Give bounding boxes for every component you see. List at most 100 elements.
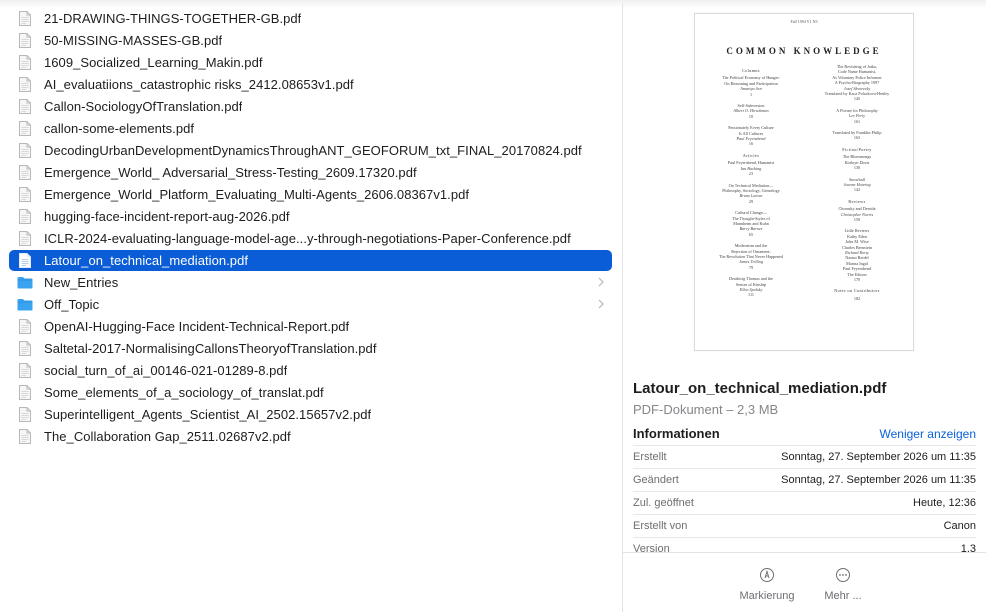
file-name: New_Entries bbox=[44, 275, 119, 290]
file-row[interactable]: The_Collaboration Gap_2511.02687v2.pdf bbox=[9, 426, 612, 447]
info-section-title: Informationen bbox=[633, 426, 720, 441]
pdf-document-icon bbox=[17, 428, 33, 446]
preview-section-heading: Reviews bbox=[848, 198, 866, 204]
file-row[interactable]: Callon-SociologyOfTranslation.pdf bbox=[9, 96, 612, 117]
file-row[interactable]: social_turn_of_ai_00146-021-01289-8.pdf bbox=[9, 360, 612, 381]
preview-entry-page: 163 bbox=[853, 135, 861, 141]
preview-entry-page: 182 bbox=[853, 295, 861, 301]
file-name: Emergence_World_Platform_Evaluating_Mult… bbox=[44, 187, 470, 202]
file-name: Latour_on_technical_mediation.pdf bbox=[44, 253, 249, 268]
folder-row[interactable]: New_Entries bbox=[9, 272, 612, 293]
more-label: Mehr ... bbox=[824, 590, 862, 602]
file-row[interactable]: callon-some-elements.pdf bbox=[9, 118, 612, 139]
file-row[interactable]: AI_evaluatiions_catastrophic risks_2412.… bbox=[9, 74, 612, 95]
preview-section-heading: Columns bbox=[742, 68, 760, 73]
file-row[interactable]: 21-DRAWING-THINGS-TOGETHER-GB.pdf bbox=[9, 8, 612, 29]
pdf-document-icon bbox=[17, 54, 33, 72]
folder-icon bbox=[17, 296, 33, 314]
folder-row[interactable]: Off_Topic bbox=[9, 294, 612, 315]
file-name: ICLR-2024-evaluating-language-model-age.… bbox=[44, 231, 571, 246]
pdf-document-icon bbox=[17, 362, 33, 380]
chevron-right-icon bbox=[596, 297, 606, 311]
file-row[interactable]: Emergence_World_ Adversarial_Stress-Test… bbox=[9, 162, 612, 183]
preview-entry: Translated by Franklin Philip 163 bbox=[807, 130, 907, 141]
pdf-document-icon bbox=[17, 120, 33, 138]
file-name: Some_elements_of_a_sociology_of_translat… bbox=[44, 385, 324, 400]
file-row[interactable]: Emergence_World_Platform_Evaluating_Mult… bbox=[9, 184, 612, 205]
preview-entry-page: 10 bbox=[748, 113, 754, 119]
file-name: DecodingUrbanDevelopmentDynamicsThroughA… bbox=[44, 143, 582, 158]
file-row[interactable]: 1609_Socialized_Learning_Makin.pdf bbox=[9, 52, 612, 73]
preview-section-heading: Notes on Contributors bbox=[834, 288, 880, 294]
preview-section-heading: Fiction/Poetry bbox=[842, 146, 872, 152]
info-pane: Fall 1994 V1 N3 COMMON KNOWLEDGE Columns… bbox=[623, 0, 986, 612]
info-row: Version 1.3 bbox=[633, 537, 976, 560]
file-name: AI_evaluatiions_catastrophic risks_2412.… bbox=[44, 77, 354, 92]
file-row[interactable]: ICLR-2024-evaluating-language-model-age.… bbox=[9, 228, 612, 249]
info-value: Sonntag, 27. September 2026 um 11:35 bbox=[781, 474, 976, 486]
folder-icon bbox=[17, 274, 33, 292]
preview-entry: Cultural Change— The Thought-Styles of Man… bbox=[701, 210, 801, 237]
pdf-document-icon bbox=[17, 384, 33, 402]
chevron-right-icon bbox=[596, 275, 606, 289]
info-key: Zul. geöffnet bbox=[633, 497, 694, 509]
info-value: Heute, 12:36 bbox=[913, 497, 976, 509]
pdf-document-icon bbox=[17, 252, 33, 270]
file-row[interactable]: OpenAI-Hugging-Face Incident-Technical-R… bbox=[9, 316, 612, 337]
preview-entry: Paul Feyerabend, Humanist Ian Hacking 23 bbox=[701, 160, 801, 176]
preview-left-column: Columns The Political Economy of Hunger: O… bbox=[701, 64, 801, 304]
preview-entry: On Technical Mediation— Philosophy, Socio… bbox=[701, 183, 801, 205]
preview-entry: The Revisiting of Jatko, Code Name Humani… bbox=[807, 64, 907, 102]
file-name: callon-some-elements.pdf bbox=[44, 121, 195, 136]
preview-entry-page: 142 bbox=[853, 187, 861, 193]
preview-entry: Passionately Every Culture Is All Culture… bbox=[701, 125, 801, 147]
file-row[interactable]: Saltetal-2017-NormalisingCallonsTheoryof… bbox=[9, 338, 612, 359]
more-button[interactable]: Mehr ... bbox=[808, 567, 878, 602]
info-key: Erstellt von bbox=[633, 520, 688, 532]
preview-entry: Little Reviews Kathy Eden John M. Wise Char… bbox=[807, 228, 907, 282]
preview-entry: Self-Subversion Albert O. Hirschman 10 bbox=[701, 103, 801, 119]
preview-entry-page: 23 bbox=[748, 171, 754, 177]
file-name: Emergence_World_ Adversarial_Stress-Test… bbox=[44, 165, 417, 180]
file-name: Off_Topic bbox=[44, 297, 100, 312]
file-row[interactable]: Superintelligent_Agents_Scientist_AI_250… bbox=[9, 404, 612, 425]
markup-label: Markierung bbox=[739, 590, 795, 602]
preview-section-heading: Articles bbox=[742, 152, 760, 158]
document-title: Latour_on_technical_mediation.pdf bbox=[633, 380, 887, 397]
preview-entry: The Political Economy of Hunger: On Reaso… bbox=[701, 75, 801, 97]
pdf-document-icon bbox=[17, 142, 33, 160]
preview-entry-page: 29 bbox=[748, 198, 754, 204]
file-list[interactable]: 21-DRAWING-THINGS-TOGETHER-GB.pdf 50-MIS… bbox=[0, 0, 622, 612]
file-name: OpenAI-Hugging-Face Incident-Technical-R… bbox=[44, 319, 350, 334]
preview-entry-page: 161 bbox=[853, 118, 861, 124]
pdf-document-icon bbox=[17, 318, 33, 336]
file-name: hugging-face-incident-report-aug-2026.pd… bbox=[44, 209, 290, 224]
file-row[interactable]: Latour_on_technical_mediation.pdf bbox=[9, 250, 612, 271]
info-key: Geändert bbox=[633, 474, 679, 486]
file-name: 50-MISSING-MASSES-GB.pdf bbox=[44, 33, 223, 48]
info-value: 1.3 bbox=[960, 543, 976, 555]
file-row[interactable]: Some_elements_of_a_sociology_of_translat… bbox=[9, 382, 612, 403]
pdf-document-icon bbox=[17, 230, 33, 248]
file-row[interactable]: 50-MISSING-MASSES-GB.pdf bbox=[9, 30, 612, 51]
pdf-document-icon bbox=[17, 164, 33, 182]
file-row[interactable]: DecodingUrbanDevelopmentDynamicsThroughA… bbox=[9, 140, 612, 161]
pdf-preview-thumbnail[interactable]: Fall 1994 V1 N3 COMMON KNOWLEDGE Columns… bbox=[694, 13, 914, 351]
preview-entry-page: 111 bbox=[748, 292, 754, 298]
preview-entry-page: 130 bbox=[853, 165, 861, 171]
preview-entry-page: 79 bbox=[748, 264, 754, 270]
file-row[interactable]: hugging-face-incident-report-aug-2026.pd… bbox=[9, 206, 612, 227]
file-name: Saltetal-2017-NormalisingCallonsTheoryof… bbox=[44, 341, 377, 356]
markup-button[interactable]: Markierung bbox=[732, 567, 802, 602]
preview-entry: Snowball Joanne Hearing 142 bbox=[807, 177, 907, 193]
pdf-document-icon bbox=[17, 208, 33, 226]
pdf-document-icon bbox=[17, 32, 33, 50]
show-less-link[interactable]: Weniger anzeigen bbox=[879, 427, 976, 441]
preview-entry-page: 145 bbox=[853, 96, 861, 102]
preview-entry: 182 bbox=[807, 296, 907, 301]
file-name: 21-DRAWING-THINGS-TOGETHER-GB.pdf bbox=[44, 11, 302, 26]
pdf-document-icon bbox=[17, 98, 33, 116]
info-value: Sonntag, 27. September 2026 um 11:35 bbox=[781, 451, 976, 463]
pdf-document-icon bbox=[17, 10, 33, 28]
preview-entry: Deathwig Thomas and the Senses of Kinship… bbox=[701, 276, 801, 298]
